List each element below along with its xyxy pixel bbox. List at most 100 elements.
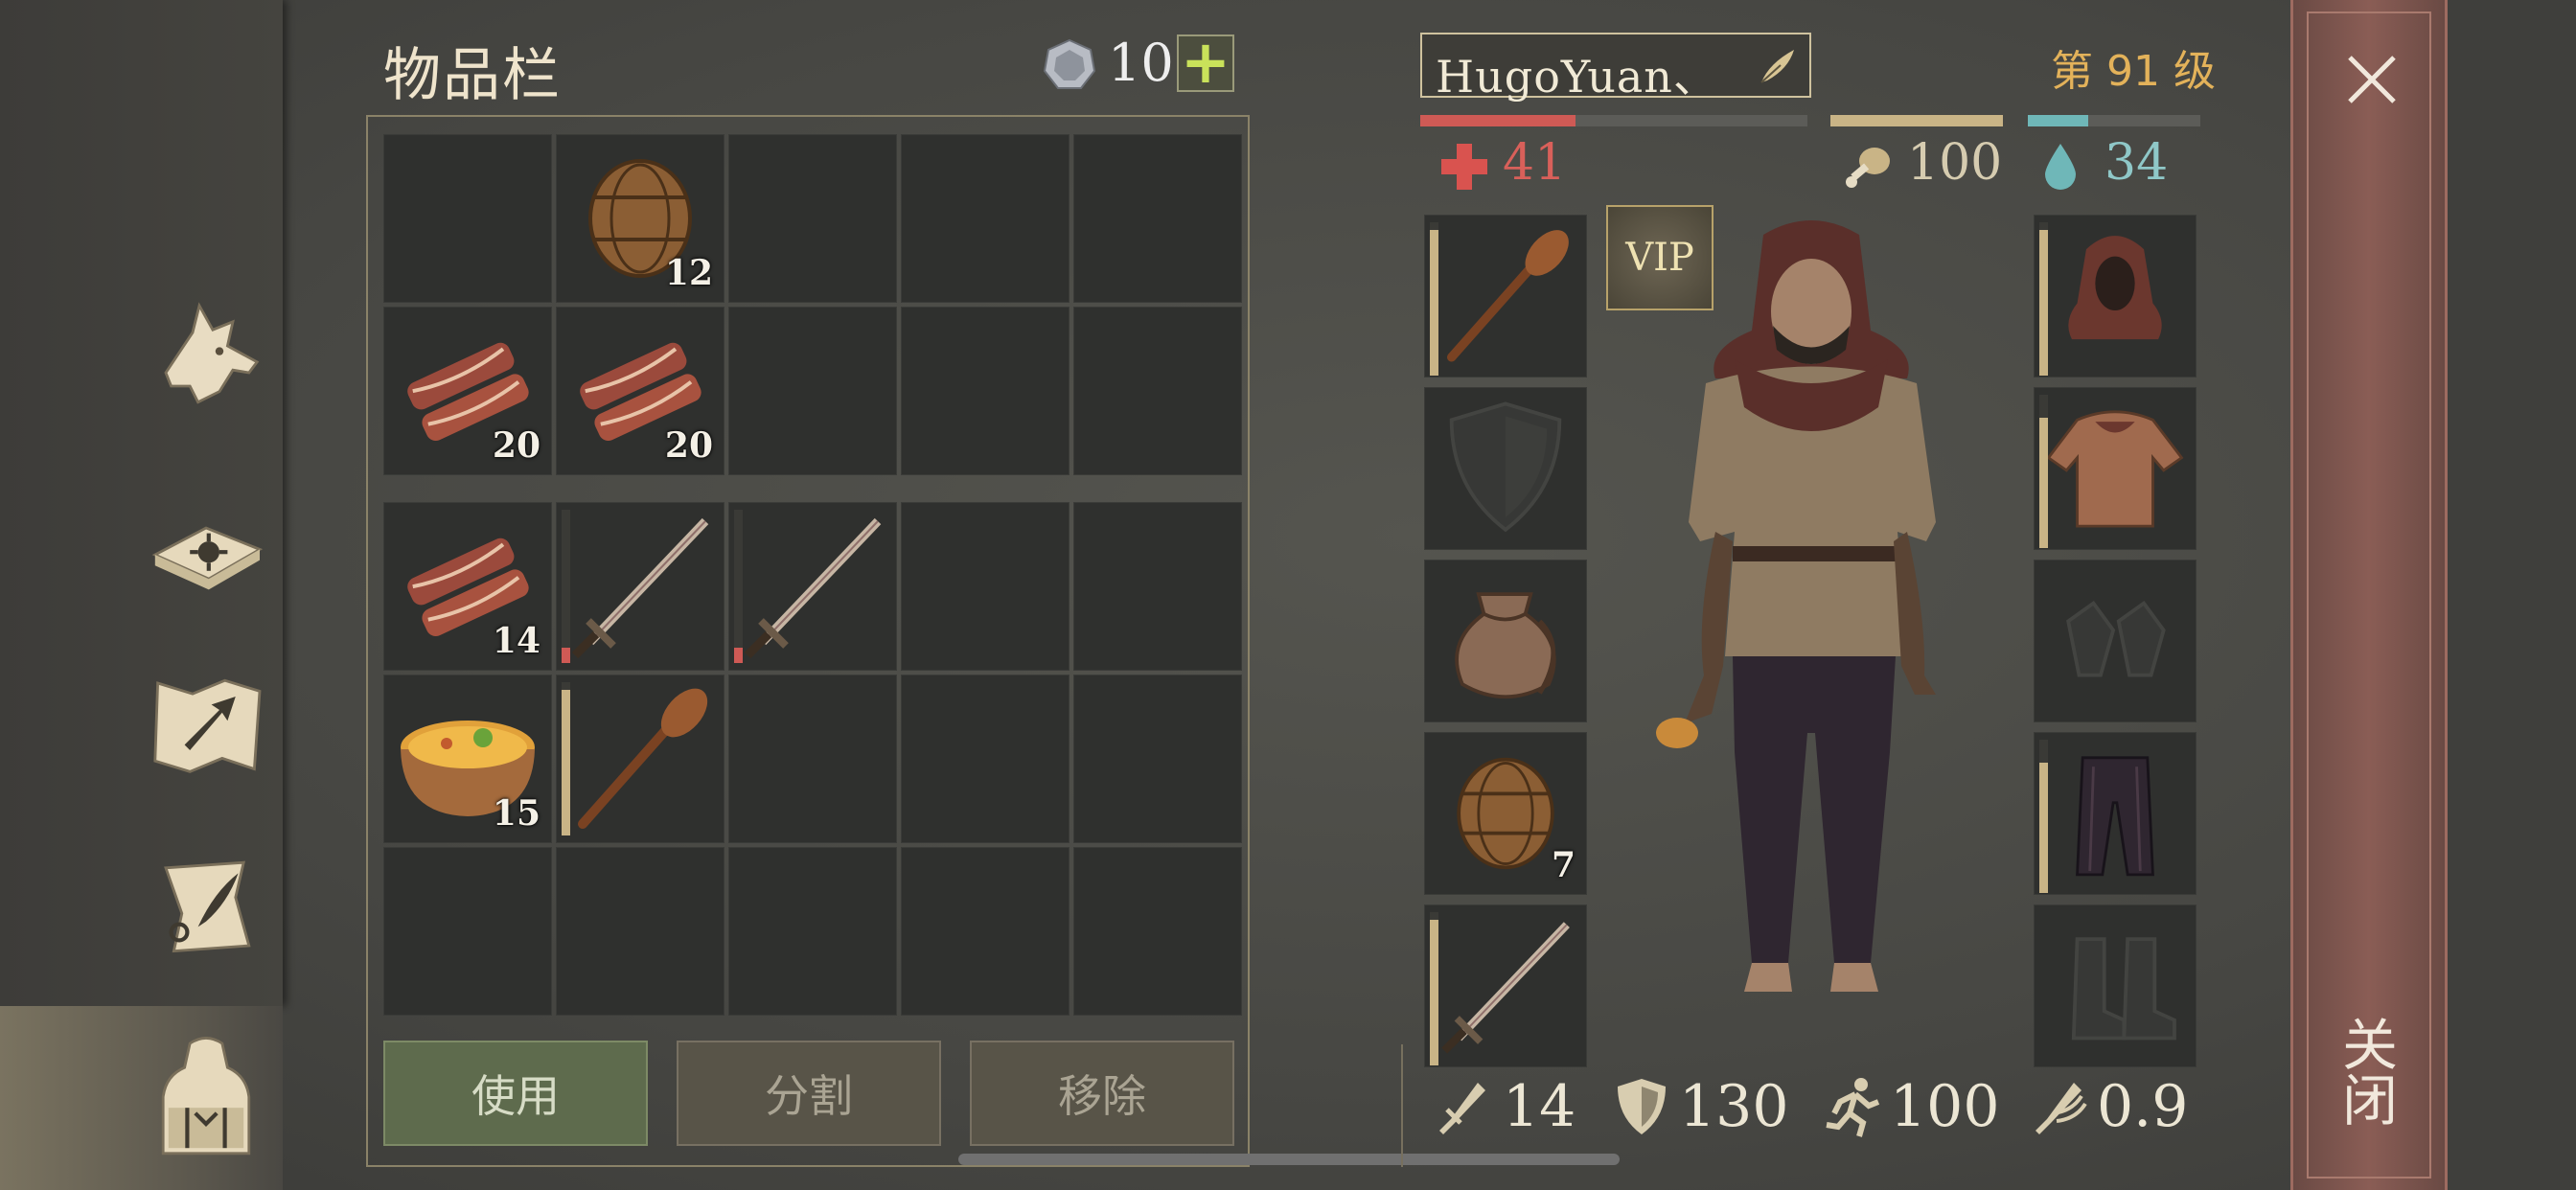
- empty-slot[interactable]: [728, 134, 897, 303]
- club-icon: [578, 688, 708, 829]
- empty-slot[interactable]: [1073, 847, 1242, 1016]
- inventory-title: 物品栏: [383, 42, 562, 109]
- slot-barrel[interactable]: 12: [556, 134, 724, 303]
- attack-speed-icon: [2036, 1083, 2087, 1134]
- water-value: 34: [2104, 134, 2169, 192]
- storage-grid: 12 20 20: [383, 134, 1242, 475]
- add-coins-button[interactable]: +: [1177, 33, 1234, 92]
- player-name-box[interactable]: HugoYuan、: [1420, 33, 1811, 103]
- club-icon: [1446, 230, 1569, 362]
- health-bar: [1420, 115, 1807, 126]
- empty-slot[interactable]: [728, 675, 897, 843]
- empty-slot[interactable]: [1073, 675, 1242, 843]
- slot-barrel[interactable]: 7: [1424, 732, 1587, 895]
- defense-value: 130: [1679, 1073, 1789, 1140]
- durability-bar: [1430, 222, 1438, 376]
- hood-icon: [2068, 236, 2162, 340]
- slot-meat[interactable]: 14: [383, 502, 552, 671]
- durability-bar: [1430, 912, 1438, 1065]
- gloves-slot-icon: [2066, 600, 2166, 677]
- slot-pants[interactable]: [2034, 732, 2196, 895]
- empty-slot[interactable]: [1073, 307, 1242, 475]
- empty-slot[interactable]: [901, 307, 1070, 475]
- coin-count: 10: [1108, 33, 1174, 93]
- slot-hood[interactable]: [2034, 215, 2196, 378]
- speed-runner-icon: [1826, 1078, 1880, 1137]
- divider: [1401, 1044, 1403, 1167]
- use-button[interactable]: 使用: [383, 1041, 648, 1146]
- shield-slot-icon: [1449, 401, 1562, 533]
- empty-slot[interactable]: [901, 502, 1070, 671]
- player-level: 第 91 级: [2051, 47, 2216, 96]
- empty-slot[interactable]: [728, 847, 897, 1016]
- empty-slot[interactable]: [1073, 502, 1242, 671]
- slot-pouch[interactable]: [1424, 560, 1587, 722]
- slot-shield-slot[interactable]: [1424, 387, 1587, 550]
- slot-club[interactable]: [1424, 215, 1587, 378]
- coin-icon: [1043, 38, 1096, 89]
- wolf-head-icon[interactable]: [134, 287, 278, 431]
- close-icon[interactable]: [2338, 46, 2405, 113]
- sword-icon: [744, 517, 882, 659]
- right-margin: [2448, 0, 2576, 1190]
- quill-edit-icon[interactable]: [1756, 44, 1800, 88]
- attack-dagger-icon: [1439, 1083, 1485, 1134]
- empty-slot[interactable]: [728, 307, 897, 475]
- attack-value: 14: [1503, 1073, 1576, 1140]
- empty-slot[interactable]: [556, 847, 724, 1016]
- item-quantity: 15: [492, 793, 540, 834]
- item-quantity: 7: [1551, 845, 1576, 885]
- item-quantity: 20: [492, 425, 540, 466]
- item-quantity: 20: [664, 425, 713, 466]
- durability-bar: [2039, 222, 2048, 376]
- health-value: 41: [1503, 134, 1567, 192]
- map-icon[interactable]: [134, 652, 278, 795]
- empty-slot[interactable]: [383, 847, 552, 1016]
- slot-sword[interactable]: [1424, 904, 1587, 1067]
- character-model: [1656, 220, 1936, 992]
- food-bar: [1830, 115, 2003, 126]
- food-drumstick-icon: [1846, 148, 1890, 188]
- pouch-icon: [1455, 592, 1556, 699]
- sword-icon: [1441, 922, 1570, 1054]
- sword-icon: [571, 517, 709, 659]
- speed-value: 100: [1890, 1073, 2000, 1140]
- backpack-grid: 14 15: [383, 502, 1242, 1016]
- horizontal-scrollbar[interactable]: [958, 1154, 1620, 1165]
- character-backpack-icon[interactable]: [134, 1025, 278, 1169]
- slot-sword[interactable]: [556, 502, 724, 671]
- slot-meat[interactable]: 20: [556, 307, 724, 475]
- durability-bar: [562, 510, 570, 663]
- durability-bar: [562, 682, 570, 835]
- tunic-icon: [2046, 410, 2184, 528]
- durability-bar: [734, 510, 743, 663]
- attack-speed-value: 0.9: [2097, 1073, 2189, 1140]
- pants-icon: [2076, 756, 2154, 877]
- water-bar: [2028, 115, 2200, 126]
- boots-slot-icon: [2071, 937, 2176, 1041]
- slot-meat[interactable]: 20: [383, 307, 552, 475]
- slot-gloves-slot[interactable]: [2034, 560, 2196, 722]
- empty-slot[interactable]: [901, 675, 1070, 843]
- slot-club[interactable]: [556, 675, 724, 843]
- slot-soup-bowl[interactable]: 15: [383, 675, 552, 843]
- close-label[interactable]: 关闭: [2333, 1016, 2405, 1127]
- durability-bar: [2039, 740, 2048, 893]
- split-button[interactable]: 分割: [677, 1041, 941, 1146]
- quest-scroll-icon[interactable]: [134, 834, 278, 977]
- remove-button[interactable]: 移除: [970, 1041, 1234, 1146]
- empty-slot[interactable]: [901, 847, 1070, 1016]
- slot-sword[interactable]: [728, 502, 897, 671]
- item-quantity: 12: [664, 253, 713, 293]
- player-name: HugoYuan、: [1436, 51, 1718, 103]
- slot-boots-slot[interactable]: [2034, 904, 2196, 1067]
- empty-slot[interactable]: [901, 134, 1070, 303]
- close-panel-border: [2307, 11, 2431, 1179]
- crafting-book-icon[interactable]: [134, 469, 278, 613]
- water-drop-icon: [2045, 144, 2076, 190]
- slot-tunic[interactable]: [2034, 387, 2196, 550]
- empty-slot[interactable]: [383, 134, 552, 303]
- empty-slot[interactable]: [1073, 134, 1242, 303]
- defense-shield-icon: [1618, 1079, 1666, 1134]
- close-panel[interactable]: [2290, 0, 2448, 1190]
